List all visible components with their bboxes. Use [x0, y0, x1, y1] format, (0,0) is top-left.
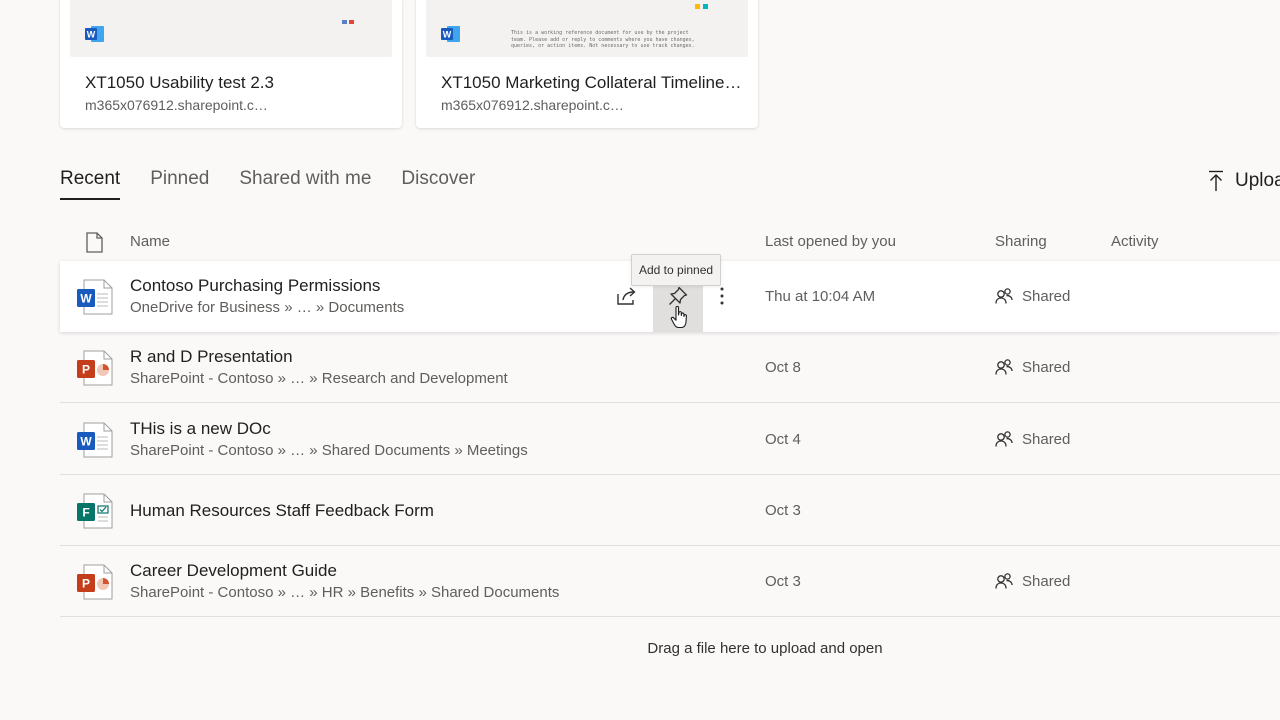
svg-text:F: F [82, 506, 89, 520]
file-row[interactable]: W THis is a new DOc SharePoint - Contoso… [60, 404, 1280, 475]
svg-text:W: W [87, 30, 96, 40]
column-header-last-opened[interactable]: Last opened by you [765, 233, 896, 250]
column-header-sharing[interactable]: Sharing [995, 233, 1047, 250]
file-name[interactable]: Career Development Guide [130, 561, 337, 581]
hand-pointer-icon [670, 305, 688, 334]
column-header-name[interactable]: Name [130, 233, 170, 250]
card-thumbnail: W [70, 0, 392, 57]
recommended-card[interactable]: W XT1050 Usability test 2.3 m365x076912.… [60, 0, 402, 128]
pin-icon [669, 286, 688, 305]
card-location: m365x076912.sharepoint.c… [441, 97, 624, 113]
tab-recent[interactable]: Recent [60, 168, 121, 200]
upload-icon [1209, 170, 1223, 191]
tab-pinned[interactable]: Pinned [150, 168, 209, 200]
file-path: SharePoint - Contoso » … » Research and … [130, 370, 508, 387]
column-header-activity[interactable]: Activity [1111, 233, 1159, 250]
more-vertical-icon[interactable] [718, 286, 726, 311]
svg-text:P: P [82, 577, 90, 591]
sharing-label: Shared [1022, 572, 1071, 590]
sharing-status: Shared [995, 358, 1070, 376]
svg-text:P: P [82, 363, 90, 377]
drop-zone-hint: Drag a file here to upload and open [647, 640, 883, 657]
upload-button[interactable]: Uploa [1207, 170, 1280, 192]
card-location: m365x076912.sharepoint.c… [85, 97, 268, 113]
pin-tooltip: Add to pinned [631, 254, 722, 286]
file-path: SharePoint - Contoso » … » HR » Benefits… [130, 584, 560, 601]
last-opened: Thu at 10:04 AM [765, 288, 876, 305]
sharing-label: Shared [1022, 358, 1071, 376]
sharing-status: Shared [995, 430, 1070, 448]
last-opened: Oct 4 [765, 431, 801, 448]
sharing-label: Shared [1022, 287, 1071, 305]
word-file-icon: W [76, 422, 114, 463]
people-icon [995, 359, 1013, 375]
recommended-card[interactable]: W This is a working reference document f… [416, 0, 758, 128]
people-icon [995, 573, 1013, 589]
upload-label: Uploa [1235, 170, 1280, 191]
forms-file-icon: F [76, 493, 114, 534]
file-row[interactable]: F Human Resources Staff Feedback Form Oc… [60, 475, 1280, 546]
sharing-status: Shared [995, 287, 1070, 305]
card-thumbnail: W This is a working reference document f… [426, 0, 748, 57]
thumbnail-marks [695, 4, 708, 9]
card-title: XT1050 Usability test 2.3 [85, 73, 274, 92]
word-file-icon: W [76, 279, 114, 320]
card-title: XT1050 Marketing Collateral Timeline… [441, 73, 742, 92]
tab-shared-with-me[interactable]: Shared with me [239, 168, 371, 200]
svg-text:W: W [80, 435, 92, 449]
share-icon[interactable] [616, 286, 638, 311]
document-icon [86, 232, 103, 258]
word-file-icon: W [85, 25, 105, 48]
file-name[interactable]: R and D Presentation [130, 347, 293, 367]
tab-discover[interactable]: Discover [401, 168, 475, 200]
file-path: OneDrive for Business » … » Documents [130, 299, 405, 316]
thumbnail-marks [342, 20, 354, 24]
word-file-icon: W [441, 25, 461, 48]
file-name[interactable]: THis is a new DOc [130, 419, 271, 439]
sharing-status: Shared [995, 572, 1070, 590]
last-opened: Oct 8 [765, 359, 801, 376]
powerpoint-file-icon: P [76, 564, 114, 605]
people-icon [995, 288, 1013, 304]
file-tabs: Recent Pinned Shared with me Discover [60, 168, 505, 200]
powerpoint-file-icon: P [76, 350, 114, 391]
file-name[interactable]: Contoso Purchasing Permissions [130, 276, 380, 296]
sharing-label: Shared [1022, 430, 1071, 448]
svg-text:W: W [80, 292, 92, 306]
file-row[interactable]: P Career Development Guide SharePoint - … [60, 546, 1280, 617]
people-icon [995, 431, 1013, 447]
file-path: SharePoint - Contoso » … » Shared Docume… [130, 442, 528, 459]
file-row[interactable]: P R and D Presentation SharePoint - Cont… [60, 332, 1280, 403]
last-opened: Oct 3 [765, 573, 801, 590]
thumbnail-text: This is a working reference document for… [511, 30, 695, 49]
file-name[interactable]: Human Resources Staff Feedback Form [130, 501, 434, 521]
svg-text:W: W [443, 30, 452, 40]
last-opened: Oct 3 [765, 502, 801, 519]
